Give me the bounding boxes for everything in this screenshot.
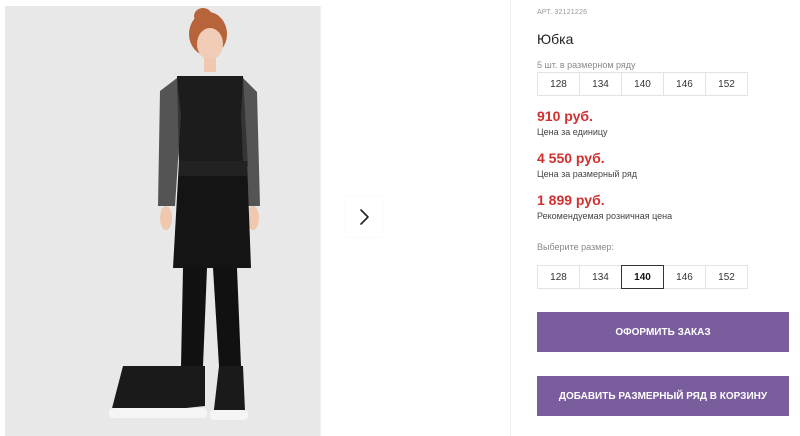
pack-price: 4 550 руб. [537, 150, 605, 166]
size-option[interactable]: 152 [705, 265, 748, 289]
size-option[interactable]: 134 [579, 265, 622, 289]
place-order-button[interactable]: ОФОРМИТЬ ЗАКАЗ [537, 312, 789, 352]
pack-size-cell: 152 [705, 72, 748, 96]
unit-price: 910 руб. [537, 108, 593, 124]
product-photo [5, 6, 320, 436]
product-info-panel: АРТ. 32121226 Юбка 5 шт. в размерном ряд… [537, 0, 800, 436]
retail-price-label: Рекомендуемая розничная цена [537, 211, 673, 221]
pack-size-cell: 128 [537, 72, 580, 96]
unit-price-label: Цена за единицу [537, 127, 608, 137]
size-option[interactable]: 128 [537, 265, 580, 289]
size-picker: 128 134 140 146 152 [537, 265, 748, 289]
retail-price: 1 899 руб. [537, 192, 605, 208]
pack-size-cell: 146 [663, 72, 706, 96]
pack-size-cell: 140 [621, 72, 664, 96]
article-number: АРТ. 32121226 [537, 9, 588, 16]
chevron-right-icon [360, 209, 369, 225]
pack-size-row: 128 134 140 146 152 [537, 72, 748, 96]
pack-price-label: Цена за размерный ряд [537, 169, 638, 179]
pack-note: 5 шт. в размерном ряду [537, 60, 636, 70]
size-picker-label: Выберите размер: [537, 242, 614, 252]
next-image-button[interactable] [345, 197, 383, 237]
panel-divider [510, 0, 511, 436]
add-pack-to-cart-button[interactable]: ДОБАВИТЬ РАЗМЕРНЫЙ РЯД В КОРЗИНУ [537, 376, 789, 416]
size-option-selected[interactable]: 140 [621, 265, 664, 289]
product-gallery [0, 0, 510, 436]
size-option[interactable]: 146 [663, 265, 706, 289]
pack-size-cell: 134 [579, 72, 622, 96]
model-image [5, 6, 320, 436]
product-title: Юбка [537, 31, 574, 47]
